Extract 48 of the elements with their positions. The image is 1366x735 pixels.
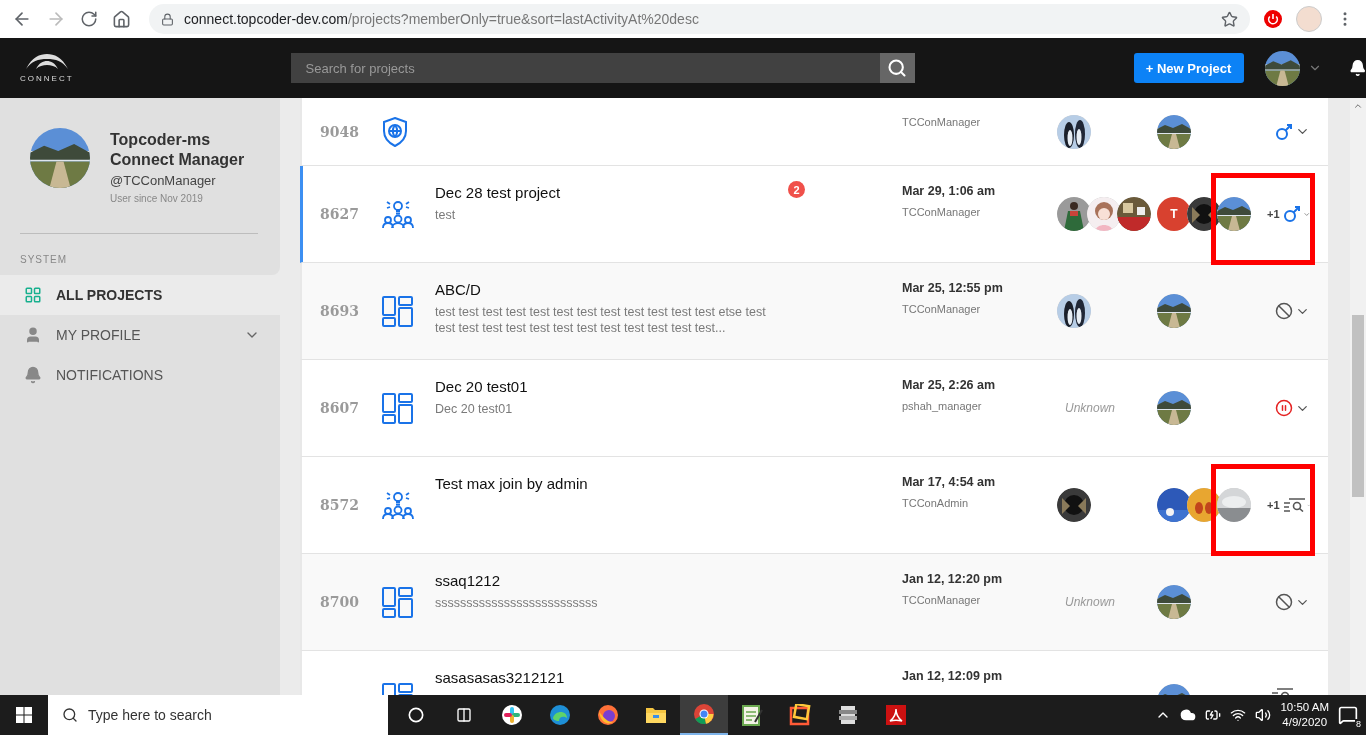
owner-name: TCConManager (902, 303, 982, 315)
activity-date: Mar 25, 2:26 am (902, 378, 997, 392)
owner-name: TCConAdmin (902, 497, 970, 509)
section-label: SYSTEM (20, 254, 69, 267)
project-id: 8700 (319, 594, 359, 610)
clock-date: 4/9/2020 (1282, 715, 1328, 730)
project-title[interactable]: ssaq1212 (435, 572, 782, 589)
activity-date: Mar 25, 12:55 pm (902, 281, 1004, 295)
owner-name: pshah_manager (902, 400, 983, 412)
project-id: 9048 (319, 123, 359, 140)
owner-name: TCConManager (902, 594, 982, 606)
customer-text: Unknown (1064, 595, 1116, 609)
address-field[interactable]: connect.topcoder-dev.com/projects?memberOnly=true&sort=lastActivityAt%20desc (149, 4, 1250, 34)
clock-time: 10:50 AM (1280, 700, 1329, 715)
taskbar-search-field[interactable]: Type here to search (48, 695, 388, 735)
unread-count: 2 (788, 181, 805, 198)
project-description: ssssssssssssssssssssssssss (435, 595, 599, 611)
project-description: Dec 20 test01 (435, 401, 514, 417)
user-handle: @TCConManager (110, 173, 217, 188)
project-id: 8627 (319, 206, 359, 222)
project-id: 8693 (319, 303, 359, 319)
logo-text: CONNECT (20, 74, 74, 83)
project-description: test test test test test test test test test test test test etse test test test test test test test test test test test test test... (435, 304, 767, 336)
owner-name: TCConManager (902, 116, 982, 128)
customer-text: Unknown (1064, 401, 1116, 415)
nav-item[interactable]: NOTIFICATIONS (0, 355, 280, 395)
project-title[interactable]: ABC/D (435, 281, 782, 298)
letter-avatar: T (1157, 197, 1191, 231)
search-field[interactable]: Search for projects (290, 53, 880, 83)
project-title[interactable]: Dec 20 test01 (435, 378, 782, 395)
activity-date: Mar 17, 4:54 am (902, 475, 997, 489)
project-title[interactable]: sasasasas3212121 (435, 669, 782, 686)
project-id: 8572 (319, 497, 359, 513)
activity-date: Mar 29, 1:06 am (902, 184, 997, 198)
project-description: test (435, 207, 457, 223)
project-id: 8607 (319, 400, 359, 416)
user-name: Topcoder-ms Connect Manager (110, 130, 246, 170)
project-title[interactable]: Dec 28 test project (435, 184, 782, 201)
owner-name: TCConManager (902, 206, 982, 218)
new-project-button[interactable]: + New Project (1133, 53, 1244, 83)
nav-item[interactable]: MY PROFILE (0, 315, 280, 355)
project-title[interactable]: Test max join by admin (435, 475, 782, 492)
activity-date: Jan 12, 12:09 pm (902, 669, 1004, 683)
activity-date: Jan 12, 12:20 pm (902, 572, 1004, 586)
url-text: connect.topcoder-dev.com/projects?memberOnly=true&sort=lastActivityAt%20desc (184, 11, 700, 27)
more-count: +1 (1267, 499, 1280, 511)
more-count: +1 (1267, 208, 1280, 220)
user-since: User since Nov 2019 (110, 193, 204, 204)
